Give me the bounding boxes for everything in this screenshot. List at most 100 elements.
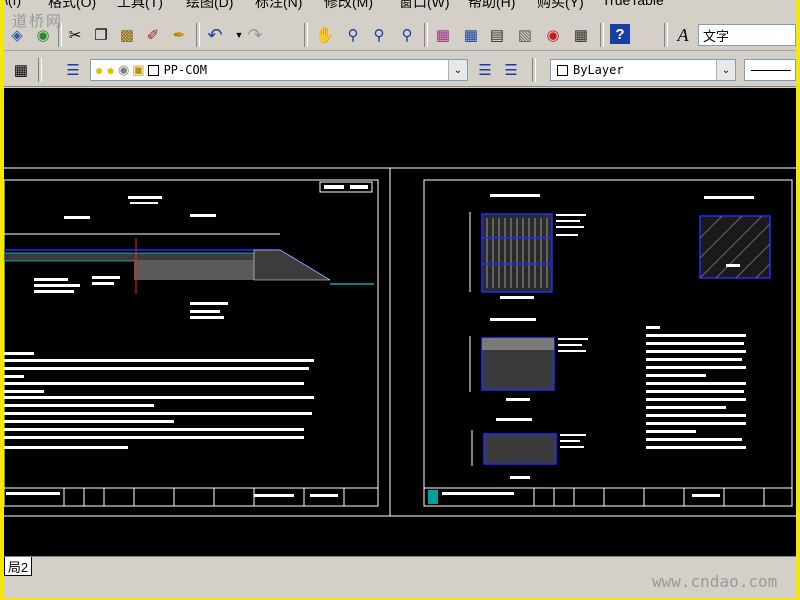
- chevron-down-icon[interactable]: ⌄: [448, 60, 467, 80]
- text-style-dropdown[interactable]: 文字: [698, 24, 796, 46]
- title-block-text: [692, 494, 720, 497]
- layer-properties-icon[interactable]: ☰: [62, 59, 84, 81]
- undo-icon[interactable]: ↶: [204, 24, 226, 46]
- tab-layout2[interactable]: 局2: [4, 557, 32, 576]
- sheet-frame-left: [4, 179, 379, 507]
- zoom-window-icon[interactable]: ⚲: [368, 24, 390, 46]
- calculator-icon[interactable]: ▦: [570, 24, 592, 46]
- text-style-icon[interactable]: A: [672, 24, 694, 46]
- color-value: ByLayer: [573, 63, 624, 77]
- notes-line: [4, 367, 309, 370]
- notes-line: [4, 375, 24, 378]
- match-properties-icon[interactable]: ✐: [142, 24, 164, 46]
- menu-item-truetable[interactable]: TrueTable: [602, 0, 664, 8]
- pavement-layer: [4, 252, 255, 262]
- toolbar-separator: [532, 58, 536, 82]
- design-center-icon[interactable]: ▦: [460, 24, 482, 46]
- layer-dropdown[interactable]: ● ● ◉ ▣ PP-COM ⌄: [90, 59, 468, 81]
- menu-item-draw[interactable]: 绘图(D): [186, 0, 233, 12]
- sheet-tag-fill: [324, 185, 344, 189]
- toolbar-separator: [600, 23, 604, 47]
- notes-line: [646, 398, 746, 401]
- notes-line: [4, 396, 314, 399]
- callout-bar: [558, 344, 582, 346]
- drawing-svg: [4, 167, 796, 517]
- detail-title: [490, 318, 536, 321]
- callout-bar: [190, 310, 220, 313]
- detail-title: [704, 196, 754, 199]
- toolbar-separator: [664, 23, 668, 47]
- title-block-text: [6, 492, 60, 495]
- color-swatch-icon: [147, 64, 159, 76]
- layers-toolbar: ▦ ☰ ● ● ◉ ▣ PP-COM ⌄ ☰ ☰ ByLayer ⌄: [4, 54, 796, 87]
- zoom-previous-icon[interactable]: ⚲: [396, 24, 418, 46]
- standard-toolbar: ◈ ◉ ✂ ❐ ▩ ✐ ✒ ↶ ▼ ↷ ✋ ⚲ ⚲ ⚲ ▦ ▦ ▤ ▧ ◉ ▦ …: [4, 20, 796, 51]
- sheet-set-icon[interactable]: ▧: [514, 24, 536, 46]
- menu-item-partial[interactable]: \(I): [4, 0, 21, 8]
- heading-bar: [128, 196, 162, 199]
- callout-bar: [560, 440, 580, 442]
- notes-line: [4, 404, 154, 407]
- detail-title: [490, 194, 540, 197]
- label-bar: [190, 214, 216, 217]
- detail-title: [496, 418, 532, 421]
- cut-icon[interactable]: ✂: [64, 24, 86, 46]
- callout-bar: [558, 350, 586, 352]
- notes-line: [4, 382, 304, 385]
- chevron-down-icon[interactable]: ⌄: [716, 60, 735, 80]
- tool-palettes-icon[interactable]: ▤: [486, 24, 508, 46]
- markup-icon[interactable]: ◉: [542, 24, 564, 46]
- menu-item-help[interactable]: 帮助(H): [468, 0, 515, 12]
- callout-bar: [34, 290, 74, 293]
- title-block-text: [310, 494, 338, 497]
- menu-item-modify[interactable]: 修改(M): [324, 0, 373, 12]
- lightbulb-icon: ●: [95, 62, 104, 78]
- copy-icon[interactable]: ❐: [90, 24, 112, 46]
- notes-line: [4, 428, 304, 431]
- notes-line: [646, 342, 744, 345]
- toolbar-separator: [304, 23, 308, 47]
- zoom-realtime-icon[interactable]: ⚲: [342, 24, 364, 46]
- help-icon[interactable]: ?: [610, 24, 630, 44]
- properties-icon[interactable]: ▦: [432, 24, 454, 46]
- callout-bar: [560, 434, 586, 436]
- text-style-value: 文字: [703, 28, 730, 44]
- menu-item-tools[interactable]: 工具(T): [117, 0, 163, 12]
- logo-mark: [428, 490, 438, 504]
- color-dropdown[interactable]: ByLayer ⌄: [550, 59, 736, 81]
- sun-icon: ●: [106, 62, 115, 78]
- pan-icon[interactable]: ✋: [314, 24, 336, 46]
- notes-line: [646, 358, 742, 361]
- notes-line: [646, 438, 742, 441]
- menu-item-window[interactable]: 窗口(W): [399, 0, 450, 12]
- notes-line: [646, 350, 746, 353]
- brush-icon[interactable]: ✒: [168, 24, 190, 46]
- toolbar-separator: [196, 23, 200, 47]
- menu-item-dimension[interactable]: 标注(N): [255, 0, 302, 12]
- watermark-top-left: 道桥网: [12, 12, 64, 30]
- paste-icon[interactable]: ▩: [116, 24, 138, 46]
- menu-item-buy[interactable]: 购买(Y): [537, 0, 584, 12]
- callout-bar: [560, 446, 584, 448]
- notes-line: [4, 446, 128, 449]
- linetype-dropdown[interactable]: [744, 59, 796, 81]
- notes-line: [646, 334, 746, 337]
- notes-heading: [4, 352, 34, 355]
- toolbar-separator: [424, 23, 428, 47]
- make-object-layer-current-icon[interactable]: ☰: [474, 59, 496, 81]
- redo-icon[interactable]: ↷: [244, 24, 266, 46]
- drawing-canvas[interactable]: [4, 88, 796, 556]
- lock-icon: ▣: [132, 62, 145, 77]
- title-block-cells: [533, 488, 765, 506]
- callout-bar: [190, 316, 224, 319]
- layer-states-icon[interactable]: ☰: [500, 59, 522, 81]
- callout-bar: [92, 282, 114, 285]
- title-block-text: [442, 492, 514, 495]
- callout-bar: [34, 278, 68, 281]
- layer-previous-icon[interactable]: ▦: [10, 59, 32, 81]
- notes-line: [646, 414, 746, 417]
- menu-bar: \(I) 格式(O) 工具(T) 绘图(D) 标注(N) 修改(M) 窗口(W)…: [4, 0, 796, 10]
- watermark-bottom-right: www.cndao.com: [652, 572, 778, 591]
- notes-line: [646, 382, 746, 385]
- callout-bar: [190, 302, 228, 305]
